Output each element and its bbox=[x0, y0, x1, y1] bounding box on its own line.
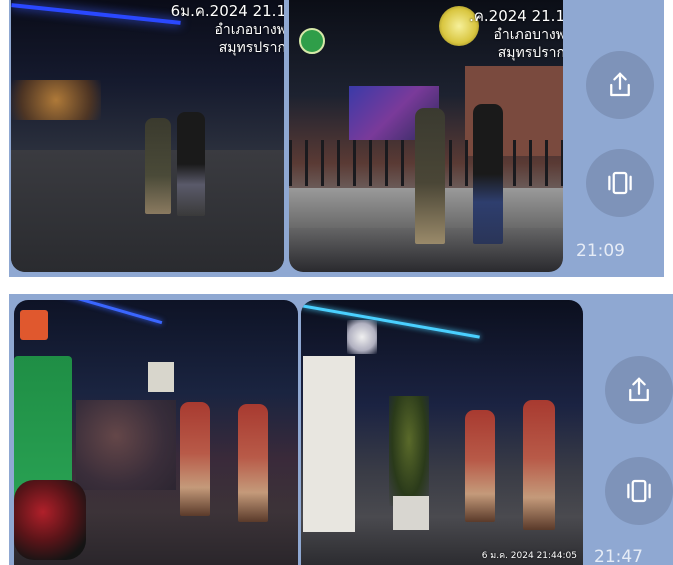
plant-pot bbox=[393, 496, 429, 530]
lit-billboard bbox=[148, 362, 174, 392]
location-overlay-line-2: อำเภอบางพ bbox=[214, 22, 284, 38]
person-right bbox=[177, 112, 205, 216]
person-right bbox=[473, 104, 503, 244]
location-overlay-line-2: อำเภอบางพ bbox=[493, 27, 563, 43]
orange-light-box bbox=[20, 310, 48, 340]
neon-sign bbox=[11, 3, 181, 25]
photo-2[interactable]: .ค.2024 21.1 อำเภอบางพ สมุทรปราก bbox=[289, 0, 563, 272]
neon-blue-line bbox=[55, 300, 163, 325]
person-left bbox=[145, 118, 171, 214]
timestamp-overlay-line-1: .ค.2024 21.1 bbox=[469, 7, 563, 25]
officer-left bbox=[180, 402, 210, 516]
person-left bbox=[415, 108, 445, 244]
carousel-icon bbox=[627, 479, 651, 503]
timestamp-overlay-line-1: 6ม.ค.2024 21.1 bbox=[170, 2, 284, 20]
carousel-icon bbox=[608, 171, 632, 195]
motorcycle bbox=[14, 480, 86, 560]
photo-1[interactable]: 6ม.ค.2024 21.1 อำเภอบางพ สมุทรปราก bbox=[11, 0, 284, 272]
timestamp-overlay: 6 ม.ค. 2024 21:44:05 bbox=[481, 551, 577, 561]
white-lightbox bbox=[303, 356, 355, 532]
location-overlay-line-3: สมุทรปราก bbox=[218, 40, 284, 56]
view-carousel-button[interactable] bbox=[605, 457, 673, 525]
location-overlay-line-3: สมุทรปราก bbox=[497, 45, 563, 61]
officer-left bbox=[465, 410, 495, 522]
chat-screen: 6ม.ค.2024 21.1 อำเภอบางพ สมุทรปราก .ค.20… bbox=[0, 0, 673, 565]
share-button[interactable] bbox=[605, 356, 673, 424]
chang-logo bbox=[299, 28, 325, 54]
photo-3[interactable] bbox=[14, 300, 298, 565]
view-carousel-button[interactable] bbox=[586, 149, 654, 217]
neon-roof-line bbox=[302, 304, 480, 339]
share-icon bbox=[610, 72, 630, 97]
photo-4[interactable]: 6 ม.ค. 2024 21:44:05 bbox=[301, 300, 583, 565]
neon-sign bbox=[347, 320, 377, 354]
officer-right bbox=[523, 400, 555, 530]
potted-plant bbox=[389, 396, 429, 506]
shop-lights bbox=[11, 80, 101, 120]
crowd-tables bbox=[76, 400, 176, 490]
message-time: 21:09 bbox=[576, 241, 625, 261]
share-button[interactable] bbox=[586, 51, 654, 119]
message-time: 21:47 bbox=[594, 547, 643, 565]
officer-right bbox=[238, 404, 268, 522]
share-icon bbox=[629, 377, 649, 402]
